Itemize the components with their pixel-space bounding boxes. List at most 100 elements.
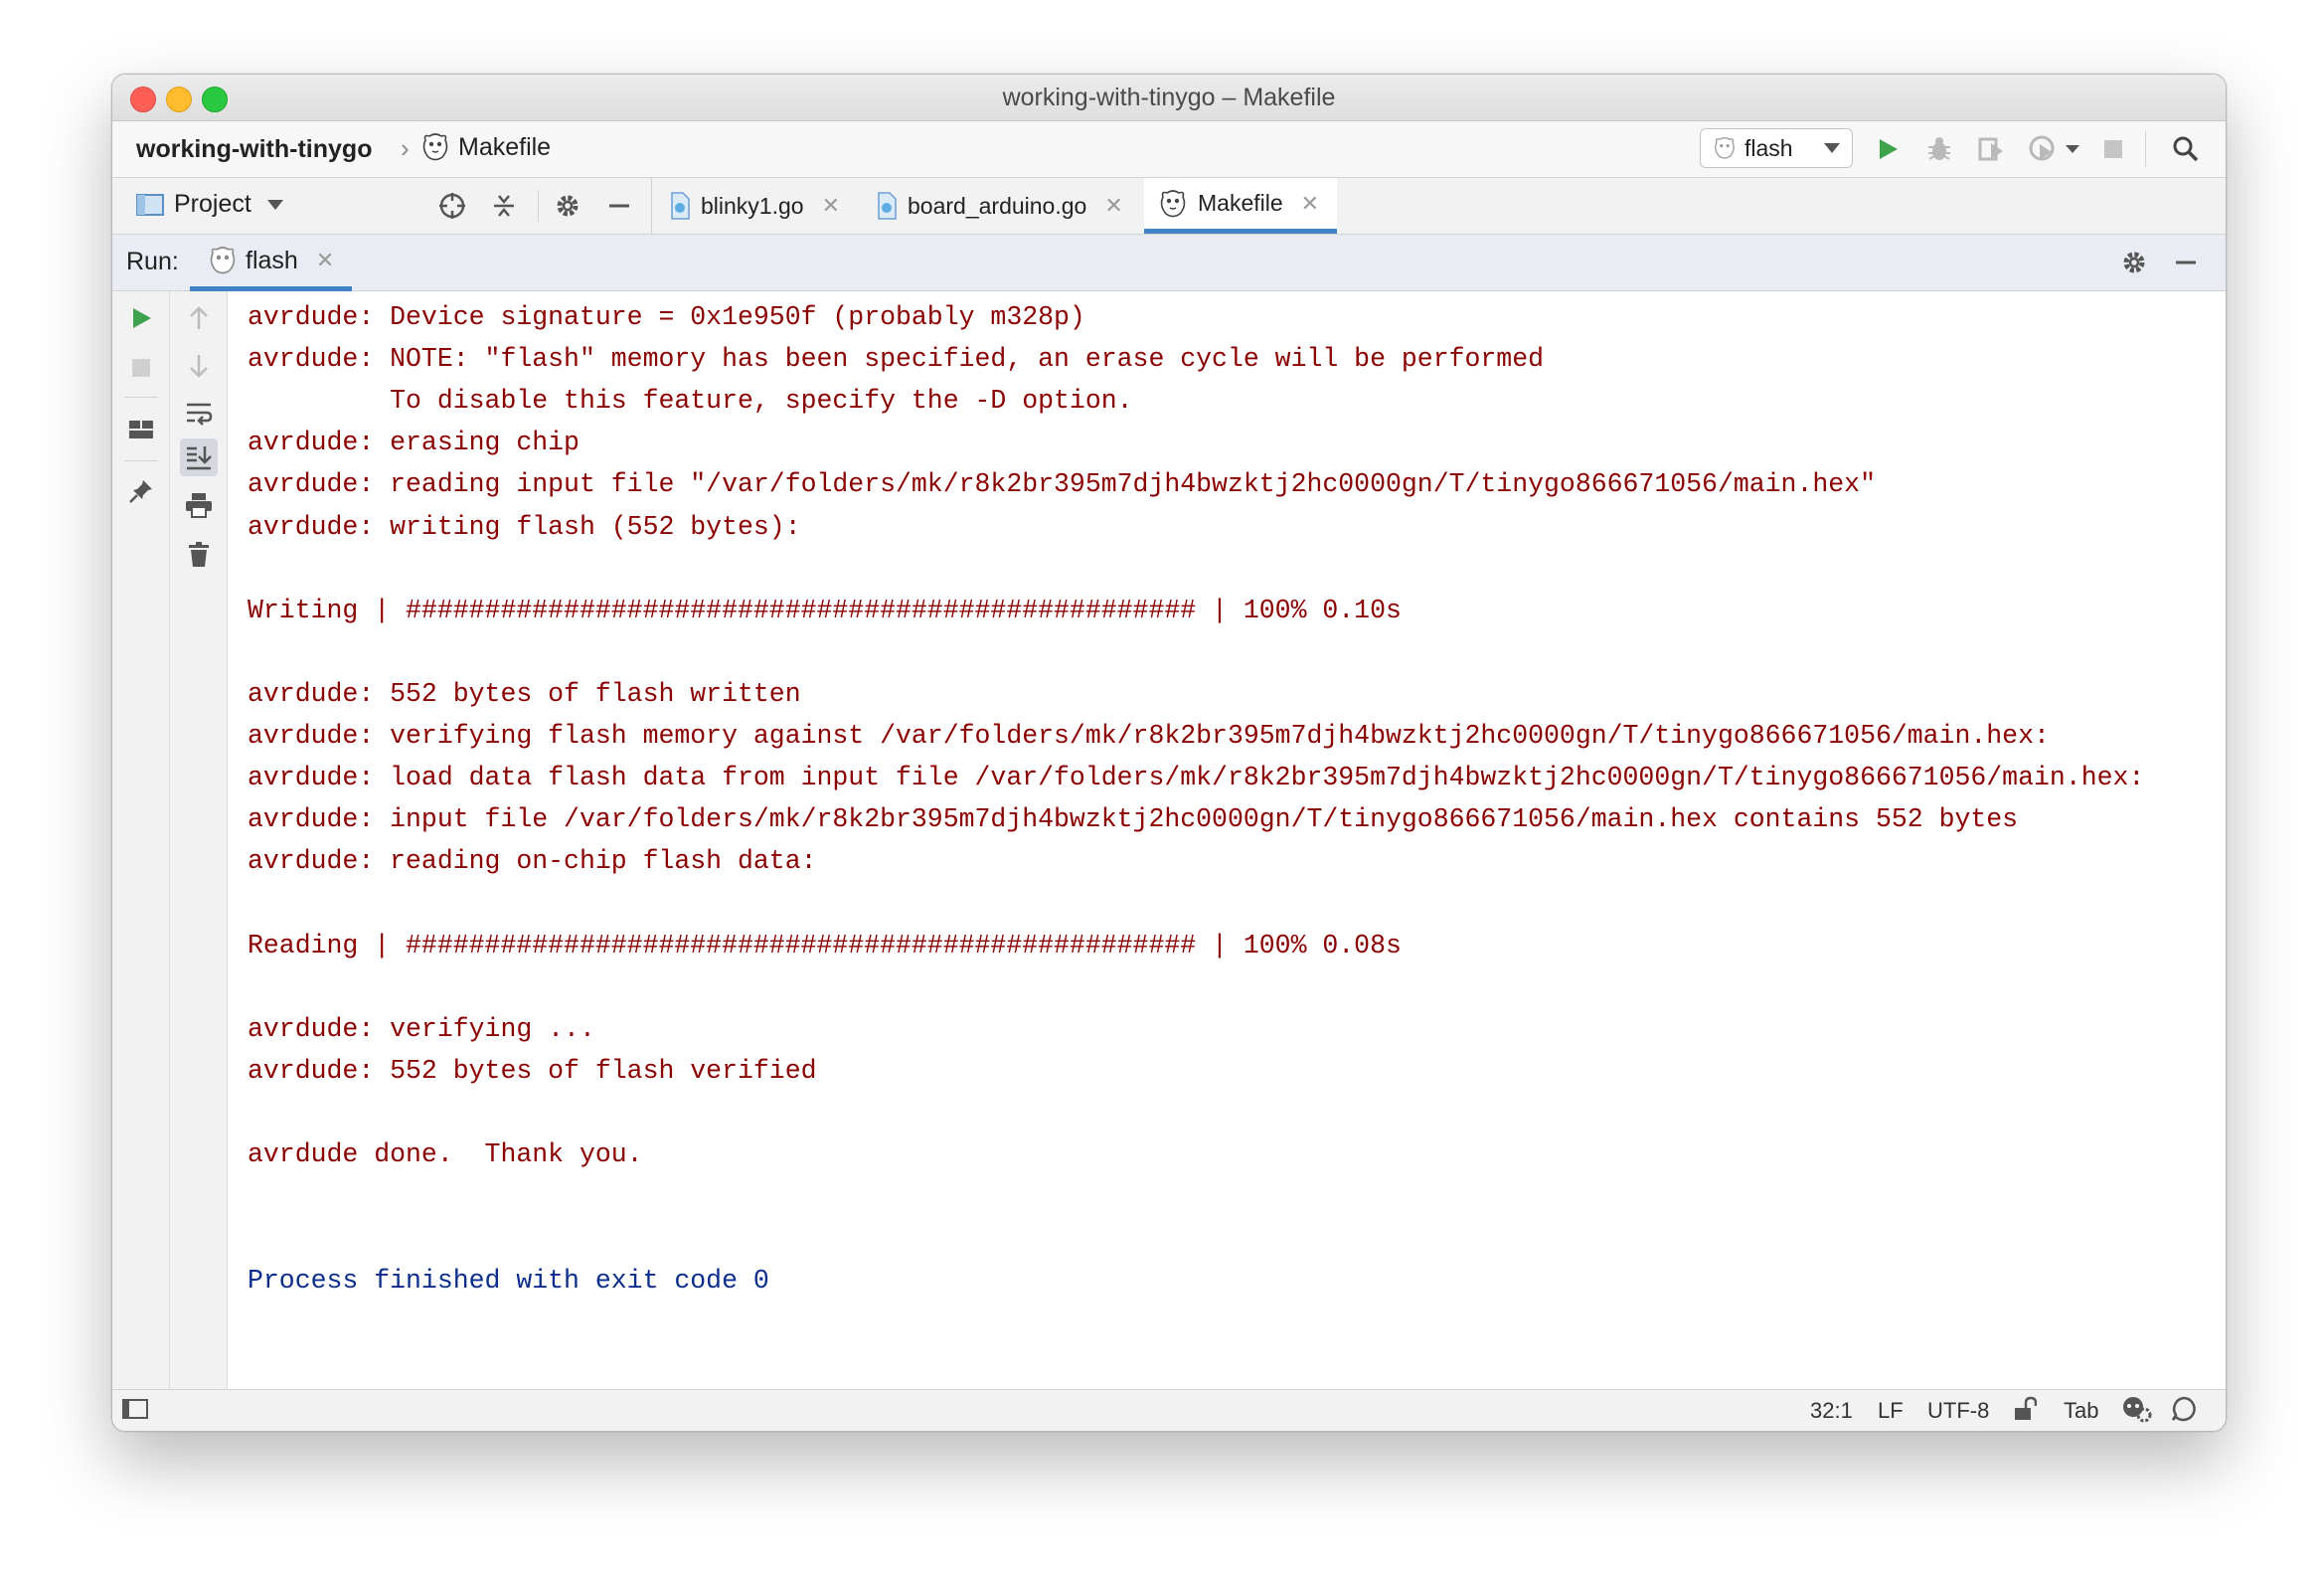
status-bar: 32:1 LF UTF-8 Tab xyxy=(112,1389,2226,1431)
run-settings-button[interactable] xyxy=(2118,247,2150,278)
tab-label: Makefile xyxy=(1198,190,1283,216)
soft-wrap-button[interactable] xyxy=(184,399,214,429)
run-actions-toolbar xyxy=(112,291,170,1389)
console-line: avrdude: 552 bytes of flash verified xyxy=(248,1055,817,1086)
console-line: avrdude: NOTE: "flash" memory has been s… xyxy=(248,344,1545,375)
run-icon xyxy=(1880,139,1898,159)
profile-icon xyxy=(2029,135,2055,161)
inspections-button[interactable] xyxy=(2120,1395,2152,1429)
toolbar-divider xyxy=(2145,131,2146,167)
indent-setting[interactable]: Tab xyxy=(2064,1398,2098,1424)
project-pane-header: Project xyxy=(112,178,652,234)
tab-makefile[interactable]: Makefile ✕ xyxy=(1144,178,1337,234)
caret-position[interactable]: 32:1 xyxy=(1810,1398,1853,1424)
collapse-icon xyxy=(494,195,514,217)
console-actions-toolbar xyxy=(170,291,228,1389)
notifications-button[interactable] xyxy=(2170,1395,2198,1429)
crosshair-icon xyxy=(439,193,465,219)
unlock-icon xyxy=(2015,1396,2038,1420)
print-button[interactable] xyxy=(184,490,214,520)
arrow-down-icon xyxy=(190,355,208,378)
console-line: avrdude: reading on-chip flash data: xyxy=(248,846,817,877)
scroll-to-end-button[interactable] xyxy=(180,438,218,476)
layout-icon xyxy=(129,421,153,438)
run-icon xyxy=(133,308,151,328)
console-line: To disable this feature, specify the -D … xyxy=(248,386,1133,417)
title-bar: working-with-tinygo – Makefile xyxy=(112,75,2226,121)
makefile-icon xyxy=(422,133,448,161)
restore-layout-button[interactable] xyxy=(126,415,156,444)
collapse-all-button[interactable] xyxy=(488,190,520,222)
project-view-select[interactable]: Project xyxy=(136,190,283,219)
hide-project-pane-button[interactable] xyxy=(603,190,635,222)
close-run-tab-icon[interactable]: ✕ xyxy=(316,248,334,273)
editor-tabs-bar: Project blinky1.go ✕ board_arduino.go ✕ … xyxy=(112,178,2226,235)
console-line: avrdude: writing flash (552 bytes): xyxy=(248,511,801,542)
run-configuration-label: flash xyxy=(1744,134,1793,161)
console-line: avrdude done. Thank you. xyxy=(248,1139,643,1169)
pin-icon xyxy=(129,480,152,503)
console-line: avrdude: input file /var/folders/mk/r8k2… xyxy=(248,804,2019,835)
console-line: avrdude: load data flash data from input… xyxy=(248,763,2145,793)
stop-button[interactable] xyxy=(2098,134,2128,164)
project-settings-button[interactable] xyxy=(552,190,583,222)
coverage-icon xyxy=(1978,137,2003,161)
tab-blinky1-go[interactable]: blinky1.go ✕ xyxy=(655,178,854,234)
next-occurrence-button[interactable] xyxy=(184,351,214,381)
gear-icon xyxy=(2123,252,2145,273)
breadcrumb-file-label: Makefile xyxy=(458,132,552,161)
previous-occurrence-button[interactable] xyxy=(184,303,214,333)
run-configuration-select[interactable]: flash xyxy=(1700,128,1853,168)
printer-icon xyxy=(186,493,212,518)
project-icon xyxy=(136,193,164,216)
console-line: avrdude: erasing chip xyxy=(248,428,580,458)
navigation-bar: working-with-tinygo › Makefile flash xyxy=(112,121,2226,178)
tab-label: board_arduino.go xyxy=(908,192,1087,219)
stop-icon xyxy=(2104,140,2122,158)
close-tab-icon[interactable]: ✕ xyxy=(1104,193,1122,219)
close-tab-icon[interactable]: ✕ xyxy=(1301,191,1319,217)
toolbar-divider xyxy=(124,397,158,398)
console-line: avrdude: reading input file "/var/folder… xyxy=(248,469,1876,500)
line-separator[interactable]: LF xyxy=(1878,1398,1904,1424)
rerun-button[interactable] xyxy=(126,303,156,333)
go-file-icon xyxy=(878,192,897,220)
run-button[interactable] xyxy=(1873,134,1903,164)
scroll-to-end-icon xyxy=(187,446,212,470)
project-view-label: Project xyxy=(174,190,251,218)
clear-all-button[interactable] xyxy=(184,540,214,570)
console-line: avrdude: verifying ... xyxy=(248,1013,595,1044)
tab-board-arduino-go[interactable]: board_arduino.go ✕ xyxy=(862,178,1137,234)
tab-label: blinky1.go xyxy=(701,192,804,219)
search-icon xyxy=(2173,136,2199,162)
locate-file-button[interactable] xyxy=(436,190,468,222)
profile-options-button[interactable] xyxy=(2058,134,2087,164)
breadcrumb-project[interactable]: working-with-tinygo xyxy=(136,135,372,164)
minimize-icon xyxy=(2176,261,2196,264)
breadcrumb-file[interactable]: Makefile xyxy=(420,131,551,163)
console-line: avrdude: 552 bytes of flash written xyxy=(248,678,801,709)
stop-process-button[interactable] xyxy=(126,353,156,383)
profile-button[interactable] xyxy=(2028,134,2058,164)
run-tab-label: flash xyxy=(246,246,298,274)
hide-run-window-button[interactable] xyxy=(2170,247,2202,278)
read-only-toggle[interactable] xyxy=(2013,1396,2038,1428)
makefile-icon xyxy=(1160,189,1186,217)
run-tab-flash[interactable]: flash ✕ xyxy=(190,235,353,291)
trash-icon xyxy=(189,542,209,567)
toolbar-divider xyxy=(538,190,539,222)
pin-tab-button[interactable] xyxy=(126,476,156,506)
minimize-icon xyxy=(609,204,629,208)
window-title: working-with-tinygo – Makefile xyxy=(1002,84,1336,111)
go-file-icon xyxy=(671,192,690,220)
makefile-icon xyxy=(1715,136,1735,159)
run-with-coverage-button[interactable] xyxy=(1976,134,2006,164)
close-tab-icon[interactable]: ✕ xyxy=(822,193,840,219)
toggle-tool-windows-button[interactable] xyxy=(122,1398,148,1426)
console-line: avrdude: verifying flash memory against … xyxy=(248,721,2050,751)
debug-button[interactable] xyxy=(1924,134,1954,164)
search-everywhere-button[interactable] xyxy=(2171,134,2201,164)
file-encoding[interactable]: UTF-8 xyxy=(1927,1398,1989,1424)
tool-windows-icon xyxy=(122,1399,148,1419)
soft-wrap-icon xyxy=(187,403,213,426)
